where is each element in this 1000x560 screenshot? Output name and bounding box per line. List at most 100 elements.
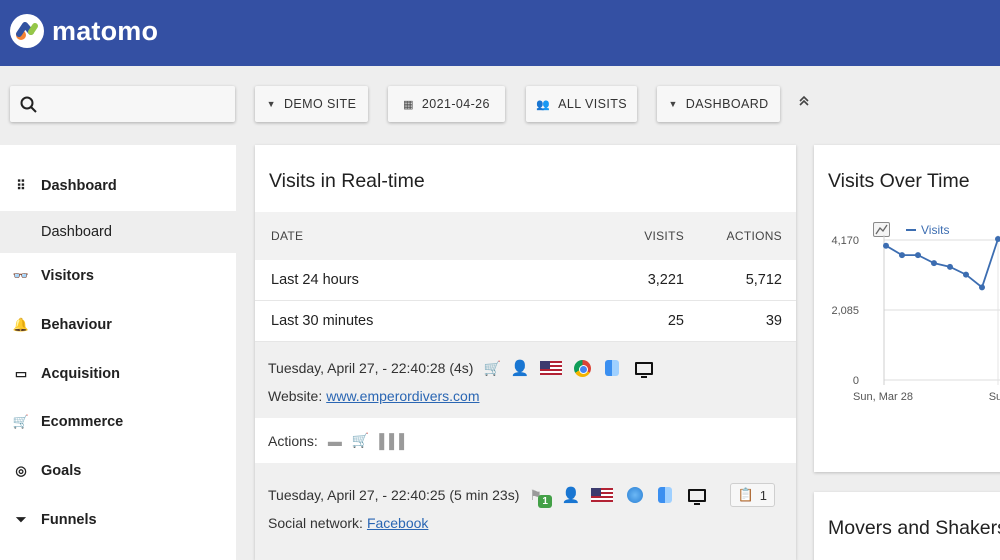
cart-icon[interactable]: 🛒 <box>352 432 369 449</box>
target-icon: ◎ <box>15 463 27 478</box>
column-actions[interactable]: ACTIONS <box>727 229 782 243</box>
visit-referrer: Social network: Facebook <box>268 515 428 531</box>
segment-selector-button[interactable]: 👥 ALL VISITS <box>526 86 637 122</box>
funnel-icon: ⏷ <box>15 512 27 527</box>
sidebar-item-behaviour[interactable]: 🔔 Behaviour <box>0 304 236 346</box>
x-tick-label: Sun, Ap <box>989 391 1000 403</box>
dashboard-selector-button[interactable]: ▼ DASHBOARD <box>657 86 780 122</box>
audio-icon[interactable]: ▌▌▌ <box>379 433 409 449</box>
bell-icon: 🔔 <box>12 317 30 332</box>
social-label: Social network: <box>268 515 363 531</box>
sidebar-item-visitors[interactable]: 👓 Visitors <box>0 255 236 297</box>
table-row: Last 30 minutes 25 39 <box>255 301 796 342</box>
visit-actions: Actions: ▬ 🛒 ▌▌▌ <box>268 432 409 449</box>
chrome-icon <box>573 359 591 377</box>
visit-time: Tuesday, April 27, - 22:40:25 (5 min 23s… <box>268 487 520 503</box>
matomo-logo-icon <box>10 14 44 48</box>
visit-header: Tuesday, April 27, - 22:40:25 (5 min 23s… <box>268 483 776 508</box>
visits-line-chart: 4,170 2,085 0 Sun, Mar 28 Sun, Ap <box>831 235 1000 403</box>
segment-selector-label: ALL VISITS <box>558 97 627 111</box>
sidebar-item-funnels[interactable]: ⏷ Funnels <box>0 499 236 541</box>
visitor-profile-icon[interactable]: 👤 <box>562 486 581 504</box>
site-selector-button[interactable]: ▼ DEMO SITE <box>255 86 368 122</box>
social-link[interactable]: Facebook <box>367 515 428 531</box>
sidebar-item-acquisition[interactable]: ▭ Acquisition <box>0 353 236 395</box>
actions-count-button[interactable]: 📋 1 <box>729 483 776 507</box>
sidebar-item-label: Ecommerce <box>41 414 124 430</box>
sidebar: ⠿ Dashboard Dashboard 👓 Visitors 🔔 Behav… <box>0 145 236 560</box>
actions-label: Actions: <box>268 432 318 449</box>
visitor-profile-icon[interactable]: 👤 <box>511 359 530 377</box>
row-date: Last 30 minutes <box>271 313 374 329</box>
sidebar-item-goals[interactable]: ◎ Goals <box>0 450 236 492</box>
search-input[interactable] <box>10 86 235 122</box>
sidebar-item-dashboard[interactable]: ⠿ Dashboard <box>0 165 236 207</box>
visit-entry: Tuesday, April 27, - 22:40:28 (4s) 🛒 👤 W… <box>255 342 796 418</box>
column-date[interactable]: DATE <box>271 229 303 243</box>
visit-count-badge: 1 <box>538 494 552 508</box>
users-icon: 👥 <box>536 98 551 111</box>
caret-down-icon: ▼ <box>668 99 678 109</box>
table-row: Last 24 hours 3,221 5,712 <box>255 260 796 301</box>
row-actions: 5,712 <box>745 272 782 288</box>
matomo-logo[interactable]: matomo <box>10 14 158 48</box>
sidebar-item-label: Dashboard <box>41 178 117 194</box>
sidebar-item-label: Acquisition <box>41 366 120 382</box>
logo-text: matomo <box>52 15 159 46</box>
row-actions: 39 <box>765 313 782 329</box>
realtime-widget: Visits in Real-time DATE VISITS ACTIONS … <box>255 145 796 560</box>
website-link[interactable]: www.emperordivers.com <box>326 388 479 404</box>
clipboard-icon: 📋 <box>737 487 754 502</box>
desktop-icon <box>634 361 653 378</box>
ecommerce-cart-icon: 🛒 <box>483 359 501 376</box>
column-visits[interactable]: VISITS <box>644 229 684 243</box>
calendar-icon: ▦ <box>403 98 414 111</box>
date-selector-button[interactable]: ▦ 2021-04-26 <box>388 86 505 122</box>
folder-icon[interactable]: ▬ <box>328 433 342 449</box>
data-point <box>915 252 921 259</box>
data-point <box>931 260 937 267</box>
x-tick-label: Sun, Mar 28 <box>853 391 913 403</box>
series-line-visits <box>885 237 1000 289</box>
sidebar-item-label: Visitors <box>41 268 94 284</box>
flag-icon: ⚑ 1 <box>529 487 552 508</box>
sidebar-subitem-dashboard[interactable]: Dashboard <box>0 211 236 253</box>
us-flag-icon <box>539 361 562 375</box>
sidebar-item-label: Funnels <box>41 512 97 528</box>
visit-time: Tuesday, April 27, - 22:40:28 (4s) <box>268 360 474 376</box>
grid-icon: ⠿ <box>16 178 26 193</box>
safari-icon <box>626 487 643 503</box>
row-visits: 25 <box>667 313 684 329</box>
caret-down-icon: ▼ <box>266 99 276 109</box>
data-point <box>947 263 953 270</box>
dashboard-selector-label: DASHBOARD <box>685 97 769 111</box>
cart-icon: 🛒 <box>12 414 30 429</box>
movers-shakers-title: Movers and Shakers <box>828 517 1000 539</box>
realtime-table-header: DATE VISITS ACTIONS <box>255 212 796 260</box>
visit-referrer: Website: www.emperordivers.com <box>268 388 479 404</box>
visits-over-time-widget: Visits Over Time Visits 4,170 2,085 0 Sun, … <box>814 145 1000 472</box>
data-point <box>995 235 1000 242</box>
sidebar-item-ecommerce[interactable]: 🛒 Ecommerce <box>0 401 236 443</box>
data-point <box>883 242 889 249</box>
visit-header: Tuesday, April 27, - 22:40:28 (4s) 🛒 👤 <box>268 359 653 378</box>
macos-icon <box>604 360 619 376</box>
window-icon: ▭ <box>14 366 28 381</box>
actions-count: 1 <box>759 487 768 503</box>
visits-over-time-title: Visits Over Time <box>828 170 970 192</box>
site-selector-label: DEMO SITE <box>283 97 357 111</box>
collapse-toolbar-icon[interactable] <box>798 94 810 110</box>
y-tick-label: 4,170 <box>831 235 859 247</box>
realtime-title: Visits in Real-time <box>269 170 425 192</box>
desktop-icon <box>687 488 706 505</box>
row-visits: 3,221 <box>647 272 684 288</box>
search-icon <box>20 96 37 113</box>
macos-icon <box>657 487 672 503</box>
us-flag-icon <box>590 488 613 502</box>
data-point <box>979 284 985 291</box>
y-tick-label: 0 <box>853 375 859 387</box>
y-tick-label: 2,085 <box>831 305 859 317</box>
website-label: Website: <box>268 388 323 404</box>
sidebar-item-label: Behaviour <box>41 317 112 333</box>
row-date: Last 24 hours <box>271 272 359 288</box>
